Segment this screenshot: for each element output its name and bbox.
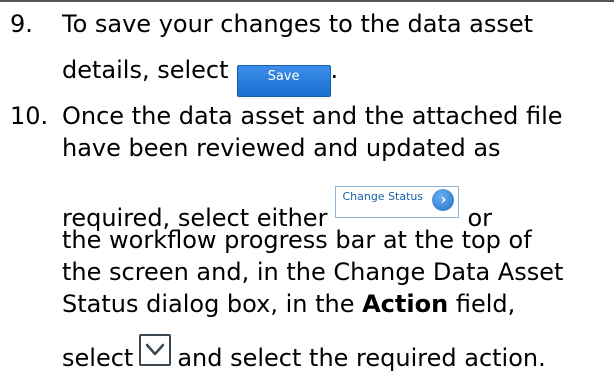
step-text-line: the workflow progress bar at the top of <box>62 226 532 254</box>
step-text-line: details, select Save. <box>62 56 338 97</box>
step-number: 9. <box>10 10 33 38</box>
step-text-line: the screen and, in the Change Data Asset <box>62 258 564 286</box>
dropdown-button[interactable] <box>139 334 172 366</box>
step-text-line: Status dialog box, in the Action field, <box>62 290 515 318</box>
step-text: field, <box>455 290 516 318</box>
top-divider <box>0 0 614 2</box>
chevron-down-icon <box>146 343 165 356</box>
step-text: details, select <box>62 56 229 84</box>
arrow-right-circle-icon: › <box>432 189 455 211</box>
step-text: and select the required action. <box>177 344 546 372</box>
step-text: select <box>62 344 134 372</box>
step-text: . <box>330 56 339 84</box>
step-text-line: have been reviewed and updated as <box>62 134 501 162</box>
step-text-line: select and select the required action. <box>62 334 546 372</box>
step-number: 10. <box>10 102 49 130</box>
step-text-line: Once the data asset and the attached fil… <box>62 102 563 130</box>
change-status-button[interactable]: Change Status › <box>335 186 460 218</box>
change-status-label: Change Status <box>342 190 424 203</box>
save-button-label: Save <box>267 69 300 84</box>
step-text: Status dialog box, in the <box>62 290 355 318</box>
save-button[interactable]: Save <box>236 65 331 97</box>
step-text-line: To save your changes to the data asset <box>62 10 534 38</box>
action-field-name: Action <box>362 290 449 318</box>
